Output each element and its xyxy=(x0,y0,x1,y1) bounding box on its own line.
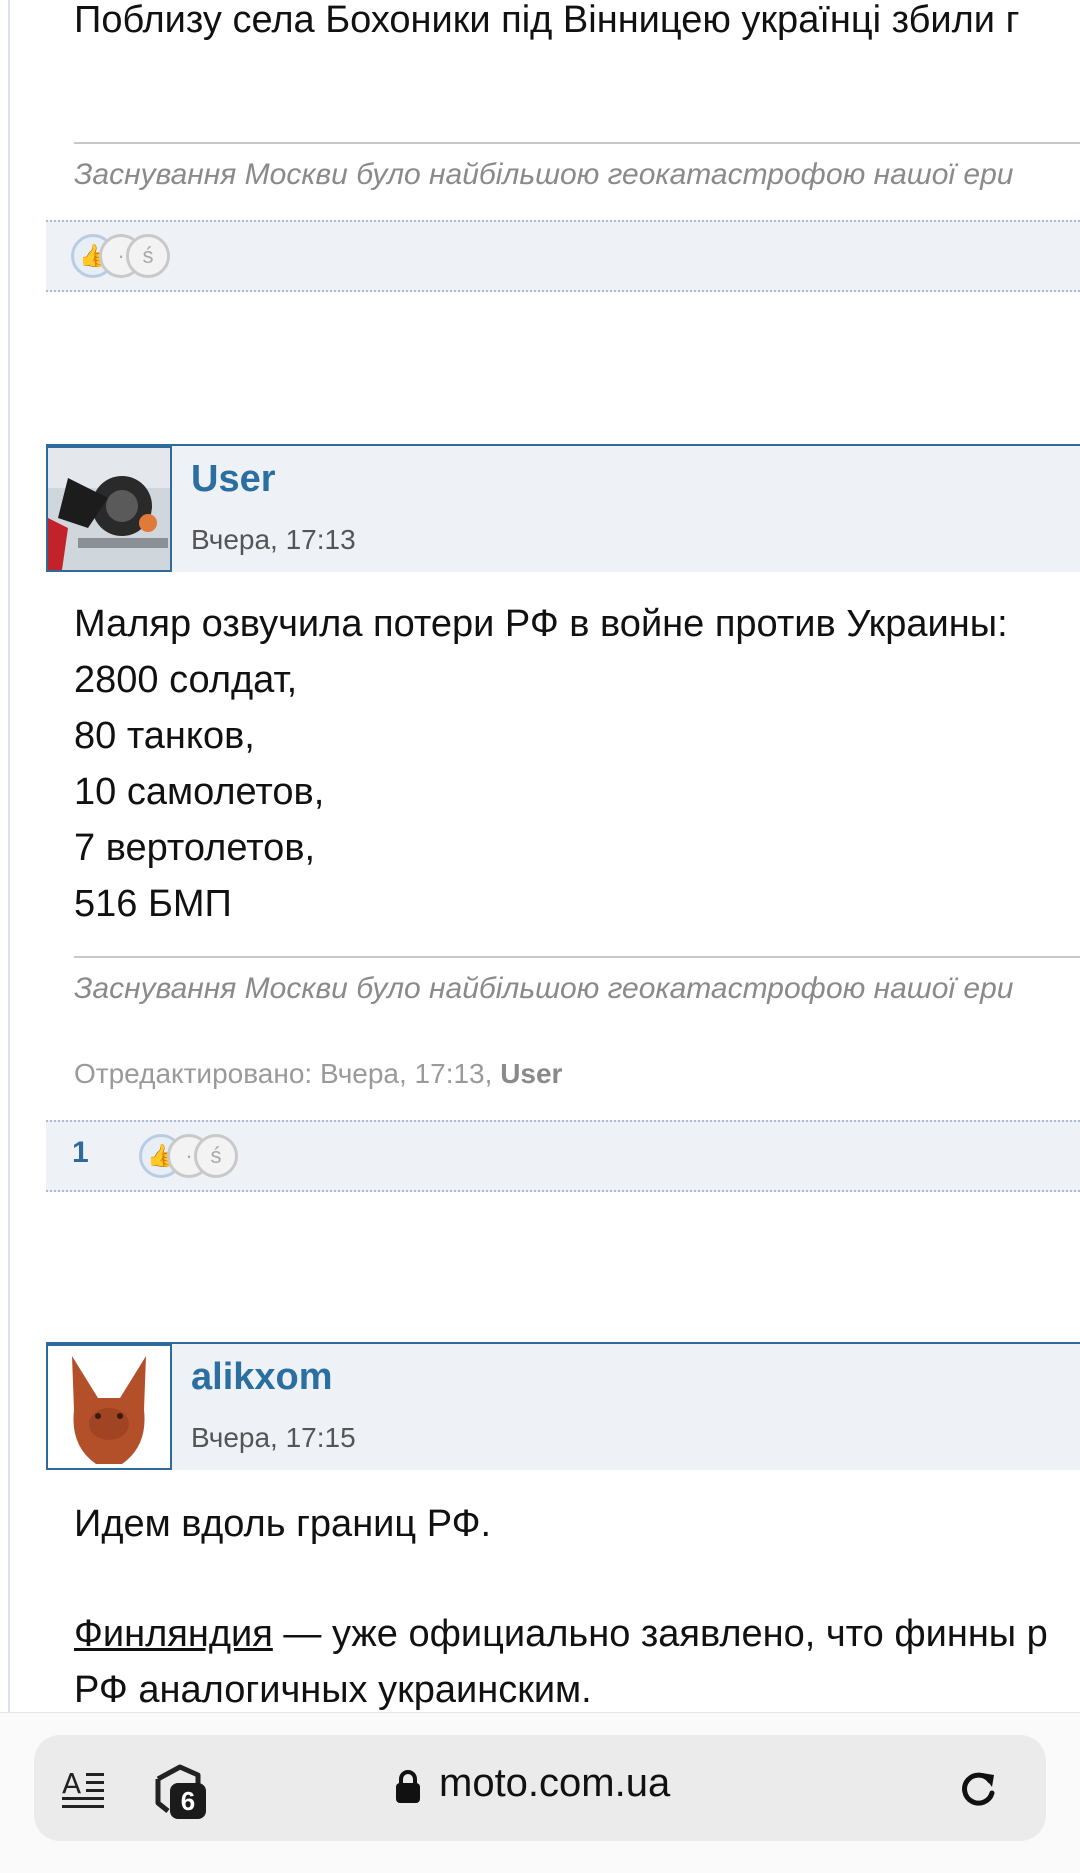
post-line: 2800 солдат, xyxy=(74,659,298,701)
reload-icon[interactable] xyxy=(956,1767,1000,1811)
username-link[interactable]: alikxom xyxy=(191,1356,333,1399)
reader-mode-icon[interactable]: A xyxy=(60,1765,108,1813)
signature: Заснування Москви було найбільшою геокат… xyxy=(74,158,1014,191)
svg-text:A: A xyxy=(62,1767,81,1800)
browser-bottom-bar: A 6 moto.com.ua xyxy=(0,1712,1080,1873)
post-header: alikxom Вчера, 17:15 xyxy=(46,1342,1080,1470)
url-text[interactable]: moto.com.ua xyxy=(439,1761,670,1806)
laugh-face-icon[interactable]: ś xyxy=(126,234,170,278)
lock-icon[interactable] xyxy=(395,1769,421,1805)
username-link[interactable]: User xyxy=(191,458,276,501)
address-bar[interactable]: A 6 moto.com.ua xyxy=(34,1735,1046,1841)
reactions-bar: 👍 · ś xyxy=(46,220,1080,292)
post-header: User Вчера, 17:13 xyxy=(46,444,1080,572)
post-line: 80 танков, xyxy=(74,715,255,757)
laugh-face-icon[interactable]: ś xyxy=(194,1134,238,1178)
avatar[interactable] xyxy=(46,1344,172,1470)
post-line: Финляндия — уже официально заявлено, что… xyxy=(74,1606,1048,1662)
signature-divider xyxy=(74,956,1080,958)
edited-note: Отредактировано: Вчера, 17:13, User xyxy=(74,1058,562,1090)
post-line: Идем вдоль границ РФ. xyxy=(74,1503,492,1545)
reactions-bar: 1 👍 · ś xyxy=(46,1120,1080,1192)
signature: Заснування Москви було найбільшою геокат… xyxy=(74,972,1014,1005)
post-timestamp[interactable]: Вчера, 17:15 xyxy=(191,1422,356,1454)
edited-prefix: Отредактировано: Вчера, 17:13, xyxy=(74,1058,501,1089)
edited-user[interactable]: User xyxy=(500,1058,562,1089)
country-link[interactable]: Финляндия xyxy=(74,1613,273,1655)
avatar[interactable] xyxy=(46,446,172,572)
tab-count-badge[interactable]: 6 xyxy=(170,1783,206,1819)
thread-left-border xyxy=(8,0,10,1712)
post-timestamp[interactable]: Вчера, 17:13 xyxy=(191,524,356,556)
post-line-rest: — уже официально заявлено, что финны р xyxy=(272,1613,1048,1655)
post-line: РФ аналогичных украинским. xyxy=(74,1669,592,1711)
post-text: Поблизу села Бохоники під Вінницею украї… xyxy=(74,0,1020,41)
post-line: 10 самолетов, xyxy=(74,771,325,813)
post-line: 7 вертолетов, xyxy=(74,827,316,869)
reaction-count[interactable]: 1 xyxy=(72,1136,89,1170)
post-line: Маляр озвучила потери РФ в войне против … xyxy=(74,603,1008,645)
signature-divider xyxy=(74,142,1080,144)
post-line: 516 БМП xyxy=(74,883,232,925)
